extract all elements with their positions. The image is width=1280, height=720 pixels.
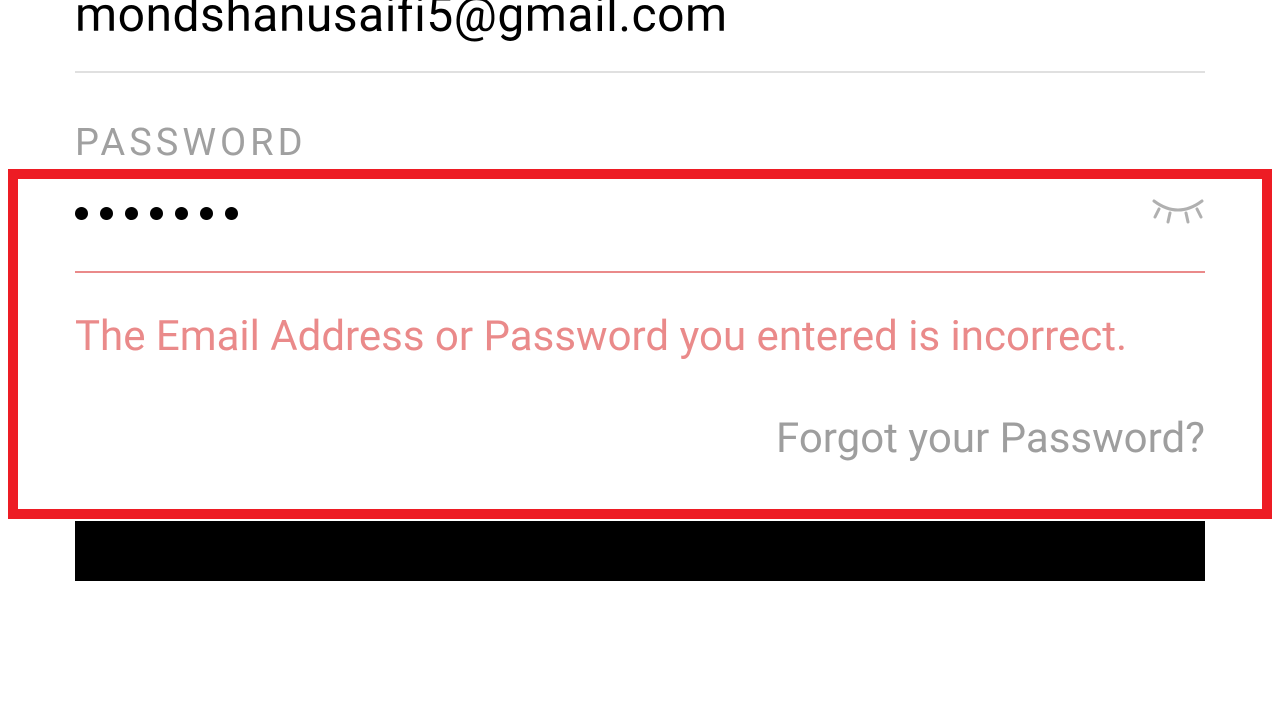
password-field[interactable]	[75, 195, 1205, 273]
forgot-password-link[interactable]: Forgot your Password?	[75, 414, 1205, 463]
email-field[interactable]: mondshanusaifi5@gmail.com	[75, 0, 1205, 73]
login-button[interactable]	[75, 521, 1205, 581]
error-message: The Email Address or Password you entere…	[75, 307, 1205, 368]
eye-closed-icon[interactable]	[1151, 195, 1205, 231]
password-label: PASSWORD	[75, 121, 1205, 165]
password-masked-value	[75, 207, 238, 220]
